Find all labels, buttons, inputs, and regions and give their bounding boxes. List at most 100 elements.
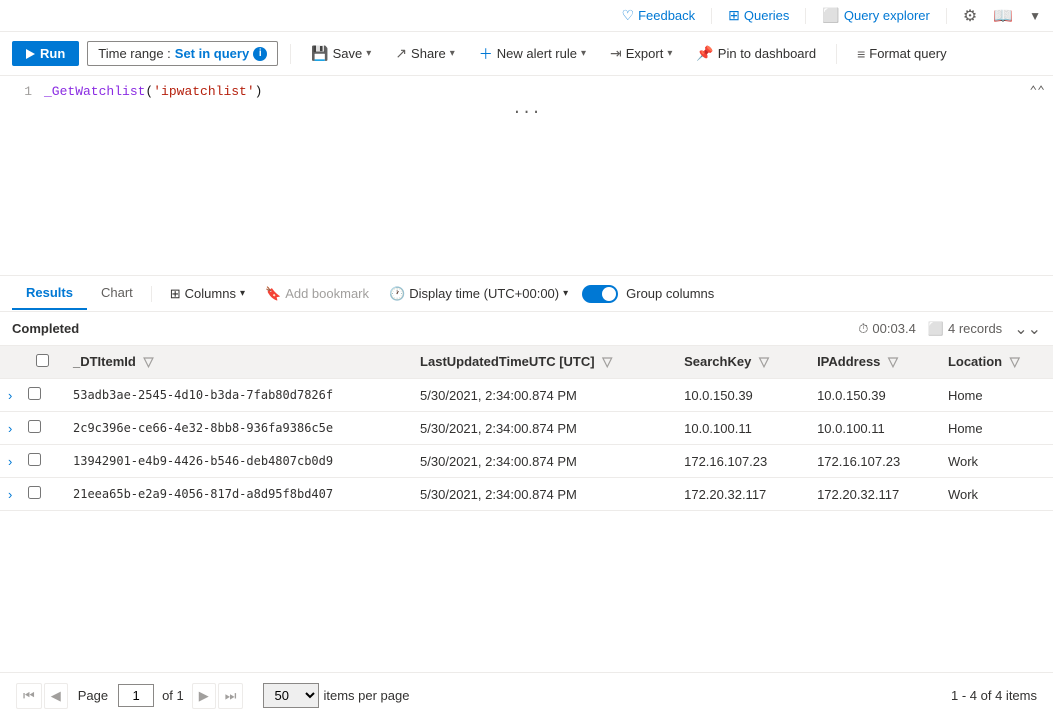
location-filter-icon[interactable]: ▽ [1010, 354, 1020, 369]
row-searchkey-0: 10.0.150.39 [672, 379, 805, 412]
row-expand-2[interactable]: › [0, 445, 24, 478]
header-ipaddress: IPAddress ▽ [805, 346, 936, 379]
share-button[interactable]: ↗ Share ▾ [387, 41, 462, 66]
row-searchkey-3: 172.20.32.117 [672, 478, 805, 511]
editor-ellipsis: ··· [12, 99, 1041, 125]
page-input[interactable] [118, 684, 154, 707]
row-checkbox-1[interactable] [28, 420, 41, 433]
row-id-1: 2c9c396e-ce66-4e32-8bb8-936fa9386c5e [61, 412, 408, 445]
header-searchkey-label: SearchKey [684, 354, 751, 369]
timer-icon: ⏱ [858, 321, 868, 337]
queries-icon: ⊞ [728, 7, 740, 24]
row-checkbox-cell-0 [24, 379, 61, 412]
format-query-label: Format query [869, 46, 946, 61]
bookmark-icon: 🔖 [265, 286, 281, 302]
per-page-dropdown[interactable]: 50 10 25 100 200 [263, 683, 319, 708]
export-icon: ⇥ [610, 45, 622, 62]
add-bookmark-label: Add bookmark [285, 286, 369, 301]
pagination-bar: ⏮ ◀ Page of 1 ▶ ⏭ 50 10 25 100 200 items… [0, 672, 1053, 718]
run-button[interactable]: Run [12, 41, 79, 66]
row-id-2: 13942901-e4b9-4426-b546-deb4807cb0d9 [61, 445, 408, 478]
queries-link[interactable]: ⊞ Queries [728, 7, 789, 24]
table-row: › 21eea65b-e2a9-4056-817d-a8d95f8bd407 5… [0, 478, 1053, 511]
pin-icon: 📌 [696, 45, 713, 62]
table-body: › 53adb3ae-2545-4d10-b3da-7fab80d7826f 5… [0, 379, 1053, 511]
status-records: ⬜ 4 records [928, 321, 1002, 337]
settings-icon[interactable]: ⚙ [963, 6, 977, 26]
row-expand-1[interactable]: › [0, 412, 24, 445]
per-page-select: 50 10 25 100 200 items per page [263, 683, 409, 708]
header-expand-col [0, 346, 24, 379]
info-icon: i [253, 47, 267, 61]
format-query-button[interactable]: ≡ Format query [849, 42, 954, 66]
last-page-button[interactable]: ⏭ [218, 683, 244, 709]
tab-toolbar: ⊞ Columns ▾ 🔖 Add bookmark 🕐 Display tim… [164, 282, 715, 306]
row-searchkey-2: 172.16.107.23 [672, 445, 805, 478]
tab-results[interactable]: Results [12, 277, 87, 310]
line-number: 1 [12, 84, 32, 99]
row-expand-3[interactable]: › [0, 478, 24, 511]
header-location-label: Location [948, 354, 1002, 369]
results-table: _DTItemId ▽ LastUpdatedTimeUTC [UTC] ▽ S… [0, 346, 1053, 511]
editor-area[interactable]: 1 _GetWatchlist('ipwatchlist') ··· ⌃⌃ [0, 76, 1053, 276]
columns-button[interactable]: ⊞ Columns ▾ [164, 282, 251, 306]
tab-chart[interactable]: Chart [87, 277, 147, 310]
status-records-count: 4 records [948, 321, 1002, 336]
display-time-chevron: ▾ [563, 288, 568, 299]
next-page-button[interactable]: ▶ [192, 683, 216, 709]
row-lastupdated-1: 5/30/2021, 2:34:00.874 PM [408, 412, 672, 445]
status-completed: Completed [12, 321, 79, 336]
row-lastupdated-2: 5/30/2021, 2:34:00.874 PM [408, 445, 672, 478]
clock-icon: 🕐 [389, 286, 405, 302]
alert-icon: ＋ [479, 44, 493, 64]
collapse-editor-button[interactable]: ⌃⌃ [1029, 84, 1045, 99]
first-page-button[interactable]: ⏮ [16, 683, 42, 709]
add-bookmark-button[interactable]: 🔖 Add bookmark [259, 282, 375, 306]
tab-results-label: Results [26, 285, 73, 300]
feedback-link[interactable]: ♡ Feedback [622, 7, 696, 24]
tab-chart-label: Chart [101, 285, 133, 300]
pin-to-dashboard-label: Pin to dashboard [718, 46, 816, 61]
header-checkbox[interactable] [36, 354, 49, 367]
prev-page-button[interactable]: ◀ [44, 683, 68, 709]
topbar-divider-3 [946, 8, 947, 24]
row-id-0: 53adb3ae-2545-4d10-b3da-7fab80d7826f [61, 379, 408, 412]
time-range-button[interactable]: Time range : Set in query i [87, 41, 278, 66]
export-chevron: ▾ [667, 48, 672, 59]
book-icon[interactable]: 📖 [993, 6, 1013, 26]
results-tabs-bar: Results Chart ⊞ Columns ▾ 🔖 Add bookmark… [0, 276, 1053, 312]
feedback-label: Feedback [638, 8, 695, 23]
topbar-divider-1 [711, 8, 712, 24]
new-alert-rule-button[interactable]: ＋ New alert rule ▾ [471, 40, 594, 68]
play-icon [26, 49, 35, 59]
row-lastupdated-3: 5/30/2021, 2:34:00.874 PM [408, 478, 672, 511]
records-icon: ⬜ [928, 321, 944, 337]
ipaddress-filter-icon[interactable]: ▽ [888, 354, 898, 369]
lastupdated-filter-icon[interactable]: ▽ [602, 354, 612, 369]
collapse-all-button[interactable]: ⌄⌄ [1014, 319, 1041, 339]
status-time: ⏱ 00:03.4 [858, 321, 916, 337]
row-location-0: Home [936, 379, 1053, 412]
dtitemid-filter-icon[interactable]: ▽ [143, 354, 153, 369]
header-checkbox-col [24, 346, 61, 379]
group-columns-toggle[interactable] [582, 285, 618, 303]
heart-icon: ♡ [622, 7, 635, 24]
row-checkbox-cell-2 [24, 445, 61, 478]
query-explorer-link[interactable]: ⬜ Query explorer [822, 7, 929, 24]
row-checkbox-2[interactable] [28, 453, 41, 466]
chevron-down-icon[interactable]: ▼ [1029, 9, 1041, 23]
status-time-value: 00:03.4 [872, 321, 915, 336]
save-button[interactable]: 💾 Save ▾ [303, 41, 379, 66]
run-label: Run [40, 46, 65, 61]
row-expand-0[interactable]: › [0, 379, 24, 412]
searchkey-filter-icon[interactable]: ▽ [759, 354, 769, 369]
share-chevron: ▾ [450, 48, 455, 59]
header-dtitemid-label: _DTItemId [73, 354, 136, 369]
display-time-button[interactable]: 🕐 Display time (UTC+00:00) ▾ [383, 282, 574, 306]
row-lastupdated-0: 5/30/2021, 2:34:00.874 PM [408, 379, 672, 412]
row-checkbox-0[interactable] [28, 387, 41, 400]
header-dtitemid: _DTItemId ▽ [61, 346, 408, 379]
export-button[interactable]: ⇥ Export ▾ [602, 41, 680, 66]
row-checkbox-3[interactable] [28, 486, 41, 499]
pin-to-dashboard-button[interactable]: 📌 Pin to dashboard [688, 41, 824, 66]
